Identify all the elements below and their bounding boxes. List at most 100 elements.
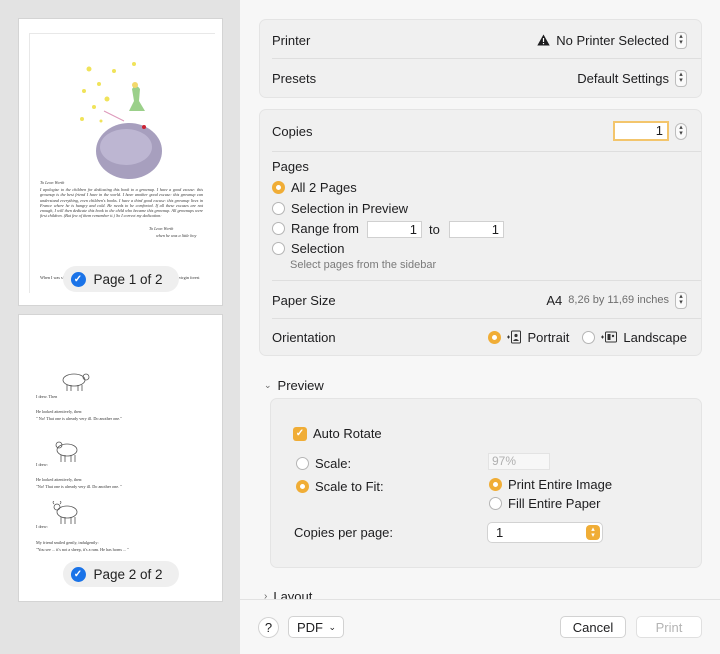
radio[interactable] xyxy=(272,242,285,255)
paper-size-popup[interactable]: A4 8,26 by 11,69 inches ▴ ▾ xyxy=(546,291,687,309)
pdf-label: PDF xyxy=(297,619,323,635)
auto-rotate-checkbox[interactable]: ✓ Auto Rotate xyxy=(293,426,382,441)
range-to-label: to xyxy=(429,222,440,237)
page-2-line-6: "No! That one is already very ill. Do an… xyxy=(36,484,122,489)
page-thumbnails-sidebar: To Leon Werth I apologise to the childre… xyxy=(0,0,240,654)
paper-size-row: Paper Size A4 8,26 by 11,69 inches ▴ ▾ xyxy=(272,291,687,309)
page-2-label: Page 2 of 2 xyxy=(93,566,163,582)
printer-card: Printer No Printer Selected ▴ ▾ Presets D… xyxy=(259,19,702,98)
preview-options-card: ✓ Auto Rotate Scale: 97% Scale to Fit: P… xyxy=(270,398,702,568)
popup-chevrons-icon: ▴ ▾ xyxy=(675,291,687,309)
copies-row: Copies 1 ▴ ▾ xyxy=(272,121,687,141)
print-options-card: Copies 1 ▴ ▾ Pages All 2 Pages Selection … xyxy=(259,109,702,356)
page-thumbnail-1[interactable]: To Leon Werth I apologise to the childre… xyxy=(19,19,222,305)
scale-label: Scale: xyxy=(315,456,352,471)
scale-input[interactable]: 97% xyxy=(488,453,550,470)
presets-row: Presets Default Settings ▴ ▾ xyxy=(272,69,687,87)
popup-chevrons-icon: ▴ ▾ xyxy=(586,525,600,540)
cancel-button[interactable]: Cancel xyxy=(560,616,626,638)
copies-per-page-popup[interactable]: 1 ▴ ▾ xyxy=(487,522,603,543)
page-border xyxy=(29,33,215,34)
dedication-body: I apologise to the children for dedicati… xyxy=(40,187,203,219)
landscape-label: Landscape xyxy=(623,329,687,345)
pages-all-option[interactable]: All 2 Pages xyxy=(272,180,357,195)
dedication-signoff: To Leon Werth xyxy=(149,226,174,231)
pages-selection-in-preview-option[interactable]: Selection in Preview xyxy=(272,201,408,216)
pages-selection-option[interactable]: Selection xyxy=(272,241,344,256)
radio-selected[interactable] xyxy=(296,480,309,493)
radio[interactable] xyxy=(296,457,309,470)
preview-section-toggle[interactable]: ⌄ Preview xyxy=(264,378,324,393)
print-button[interactable]: Print xyxy=(636,616,702,638)
help-button[interactable]: ? xyxy=(258,617,279,638)
copies-per-page-label: Copies per page: xyxy=(294,525,394,540)
copies-per-page-value: 1 xyxy=(496,525,504,540)
orientation-label: Orientation xyxy=(272,329,336,345)
pages-selection-hint: Select pages from the sidebar xyxy=(290,259,437,271)
landscape-radio[interactable] xyxy=(582,330,596,344)
popup-chevrons-icon: ▴ ▾ xyxy=(675,31,687,49)
printer-row: Printer No Printer Selected ▴ ▾ xyxy=(272,31,687,49)
portrait-label: Portrait xyxy=(527,329,570,345)
scale-to-fit-label: Scale to Fit: xyxy=(315,479,384,494)
pages-selection-label: Selection xyxy=(291,241,345,256)
pdf-menu-button[interactable]: PDF ⌄ xyxy=(288,616,344,638)
pages-selection-in-preview-label: Selection in Preview xyxy=(291,201,409,216)
orientation-options: Portrait Landscape xyxy=(488,330,687,345)
page-footer-left: When I was si xyxy=(40,275,64,280)
radio[interactable] xyxy=(272,202,285,215)
printer-label: Printer xyxy=(272,32,311,48)
popup-chevrons-icon: ▴ ▾ xyxy=(675,69,687,87)
range-from-input[interactable]: 1 xyxy=(367,221,422,238)
orientation-row: Orientation Portrait Landscape xyxy=(272,328,687,346)
copies-control: 1 ▴ ▾ xyxy=(613,121,687,141)
sheep-drawing-3 xyxy=(52,501,78,524)
fill-entire-paper-label: Fill Entire Paper xyxy=(508,496,601,511)
print-settings-pane: Printer No Printer Selected ▴ ▾ Presets D… xyxy=(240,0,720,654)
printer-popup[interactable]: No Printer Selected ▴ ▾ xyxy=(537,31,687,49)
page-2-line-2: He looked attentively, then: xyxy=(36,409,83,414)
chevron-down-icon: ⌄ xyxy=(328,621,336,632)
paper-size-dims: 8,26 by 11,69 inches xyxy=(568,294,669,306)
divider xyxy=(272,280,701,281)
preview-section-label: Preview xyxy=(277,378,324,393)
printer-value: No Printer Selected xyxy=(556,32,669,48)
sheep-drawing-1 xyxy=(62,373,90,391)
print-entire-image-label: Print Entire Image xyxy=(508,477,613,492)
page-2-line-1: I drew. Then xyxy=(36,394,58,399)
fill-entire-paper-option[interactable]: Fill Entire Paper xyxy=(489,496,600,511)
range-to-input[interactable]: 1 xyxy=(449,221,504,238)
page-2-selected-pill[interactable]: ✓ Page 2 of 2 xyxy=(62,561,179,587)
copies-stepper[interactable]: ▴ ▾ xyxy=(675,122,687,140)
page-2-line-5: He looked attentively, then: xyxy=(36,477,83,482)
radio[interactable] xyxy=(489,497,502,510)
paper-size-value: A4 xyxy=(546,292,563,308)
dedication-signoff-2: when he was a little boy xyxy=(156,233,197,238)
copies-input[interactable]: 1 xyxy=(613,121,669,141)
scale-to-fit-option[interactable]: Scale to Fit: xyxy=(296,479,384,494)
little-prince-illustration xyxy=(80,62,162,179)
presets-popup[interactable]: Default Settings ▴ ▾ xyxy=(577,69,687,87)
scale-option[interactable]: Scale: xyxy=(296,456,351,471)
checkmark-icon: ✓ xyxy=(70,271,86,287)
paper-size-label: Paper Size xyxy=(272,292,336,308)
page-1-label: Page 1 of 2 xyxy=(93,271,163,287)
portrait-radio[interactable] xyxy=(488,330,502,344)
radio-selected[interactable] xyxy=(489,478,502,491)
sheep-drawing-2 xyxy=(55,441,78,462)
page-2-line-7: I drew: xyxy=(36,524,48,529)
chevron-down-icon: ⌄ xyxy=(264,380,272,390)
page-thumbnail-2[interactable]: I drew. Then He looked attentively, then… xyxy=(19,315,222,601)
warning-icon xyxy=(537,34,550,46)
radio-selected[interactable] xyxy=(272,181,285,194)
portrait-icon xyxy=(507,330,522,344)
presets-label: Presets xyxy=(272,70,317,86)
page-1-selected-pill[interactable]: ✓ Page 1 of 2 xyxy=(62,266,179,292)
page-footer-right: virgin forest xyxy=(179,275,200,280)
radio[interactable] xyxy=(272,222,285,235)
copies-label: Copies xyxy=(272,123,313,139)
print-entire-image-option[interactable]: Print Entire Image xyxy=(489,477,612,492)
presets-value: Default Settings xyxy=(577,70,669,86)
pages-range-option[interactable]: Range from xyxy=(272,221,359,236)
dialog-footer: ? PDF ⌄ Cancel Print xyxy=(240,599,720,654)
